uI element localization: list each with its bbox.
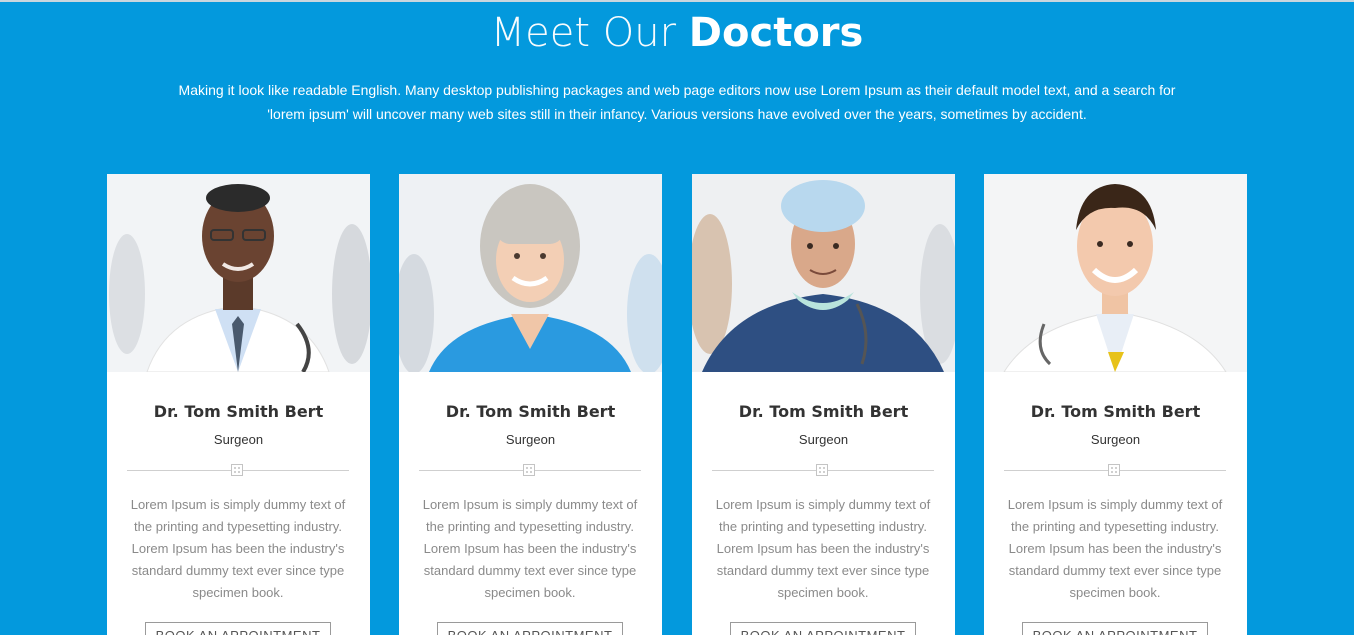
doctor-card: Dr. Tom Smith Bert Surgeon Lorem Ipsum i…: [692, 174, 955, 635]
book-appointment-button[interactable]: BOOK AN APPOINTMENT: [437, 622, 623, 635]
doctor-name: Dr. Tom Smith Bert: [445, 402, 616, 421]
section-intro: Making it look like readable English. Ma…: [178, 82, 1176, 122]
doctor-role: Surgeon: [505, 432, 556, 447]
doctor-card: Dr. Tom Smith Bert Surgeon Lorem Ipsum i…: [107, 174, 370, 635]
doctor-role: Surgeon: [798, 432, 849, 447]
doctor-description: Lorem Ipsum is simply dummy text of the …: [715, 497, 931, 600]
doctor-photo: [107, 174, 370, 372]
doctor-photo: [692, 174, 955, 372]
book-appointment-button[interactable]: BOOK AN APPOINTMENT: [1022, 622, 1208, 635]
doctor-photo: [984, 174, 1247, 372]
doctor-photo-icon: [399, 174, 662, 372]
section-title-bold: Doctors: [688, 10, 864, 56]
doctor-role: Surgeon: [1090, 432, 1141, 447]
grid-icon: [816, 464, 828, 476]
doctor-photo-icon: [692, 174, 955, 372]
doctor-description: Lorem Ipsum is simply dummy text of the …: [130, 497, 346, 600]
doctor-name: Dr. Tom Smith Bert: [1030, 402, 1201, 421]
grid-icon: [1108, 464, 1120, 476]
doctor-card: Dr. Tom Smith Bert Surgeon Lorem Ipsum i…: [984, 174, 1247, 635]
section-title: Meet Our Doctors: [0, 10, 1354, 56]
book-appointment-button[interactable]: BOOK AN APPOINTMENT: [145, 622, 331, 635]
meet-our-doctors-section: Meet Our Doctors Making it look like rea…: [0, 0, 1354, 635]
doctor-photo-icon: [984, 174, 1247, 372]
grid-icon: [231, 464, 243, 476]
grid-icon: [523, 464, 535, 476]
doctor-description: Lorem Ipsum is simply dummy text of the …: [1007, 497, 1223, 600]
doctor-name: Dr. Tom Smith Bert: [738, 402, 909, 421]
doctor-photo: [399, 174, 662, 372]
section-title-light: Meet Our: [490, 10, 677, 56]
doctor-role: Surgeon: [213, 432, 264, 447]
book-appointment-button[interactable]: BOOK AN APPOINTMENT: [730, 622, 916, 635]
doctor-name: Dr. Tom Smith Bert: [153, 402, 324, 421]
doctor-photo-icon: [107, 174, 370, 372]
doctor-description: Lorem Ipsum is simply dummy text of the …: [422, 497, 638, 600]
doctor-card: Dr. Tom Smith Bert Surgeon Lorem Ipsum i…: [399, 174, 662, 635]
